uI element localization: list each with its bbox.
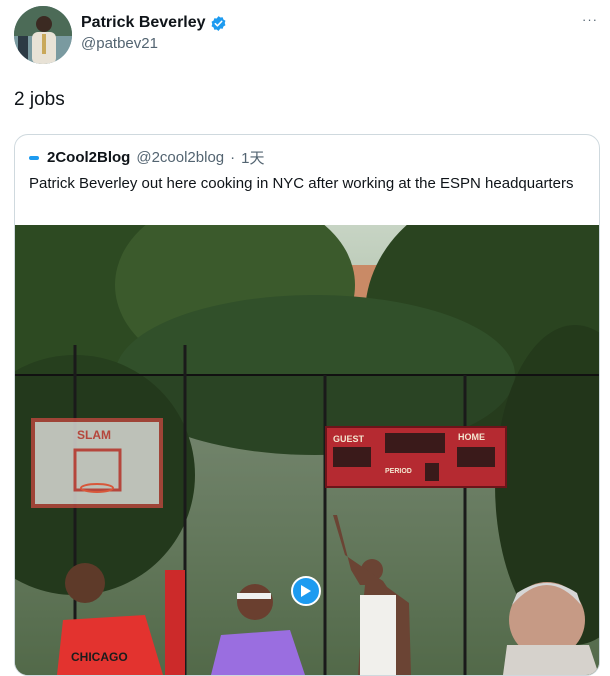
quoted-tweet-text: Patrick Beverley out here cooking in NYC… bbox=[29, 175, 574, 192]
tweet-text: 2 jobs bbox=[14, 89, 65, 110]
svg-text:SLAM: SLAM bbox=[77, 428, 111, 442]
svg-text:PERIOD: PERIOD bbox=[385, 468, 412, 475]
verified-badge-icon bbox=[211, 15, 225, 31]
video-thumbnail[interactable]: SLAM GUEST HOME PERIOD CHICAGO bbox=[15, 225, 599, 675]
video-frame-image: SLAM GUEST HOME PERIOD CHICAGO bbox=[15, 225, 599, 675]
author-name-row[interactable]: Patrick Beverley bbox=[81, 14, 227, 32]
quoted-timestamp[interactable]: 1天 bbox=[241, 147, 264, 168]
svg-text:GUEST: GUEST bbox=[333, 434, 365, 444]
play-icon[interactable] bbox=[291, 576, 321, 606]
play-triangle-icon bbox=[301, 585, 311, 597]
quoted-tweet-header: 2Cool2Blog @2cool2blog · 1天 bbox=[29, 147, 264, 168]
quoted-tweet[interactable]: 2Cool2Blog @2cool2blog · 1天 Patrick Beve… bbox=[14, 134, 600, 676]
ellipsis-icon[interactable]: ··· bbox=[582, 12, 598, 27]
quoted-author-handle: @2cool2blog bbox=[136, 149, 225, 166]
svg-text:HOME: HOME bbox=[458, 432, 485, 442]
separator-dot: · bbox=[230, 149, 236, 166]
author-name[interactable]: Patrick Beverley bbox=[81, 14, 206, 32]
author-handle[interactable]: @patbev21 bbox=[81, 35, 158, 52]
quoted-author-name: 2Cool2Blog bbox=[47, 149, 131, 166]
svg-text:CHICAGO: CHICAGO bbox=[71, 650, 128, 664]
quoted-avatar-icon bbox=[29, 155, 39, 160]
avatar-photo-icon bbox=[14, 6, 72, 64]
author-avatar[interactable] bbox=[14, 6, 72, 64]
